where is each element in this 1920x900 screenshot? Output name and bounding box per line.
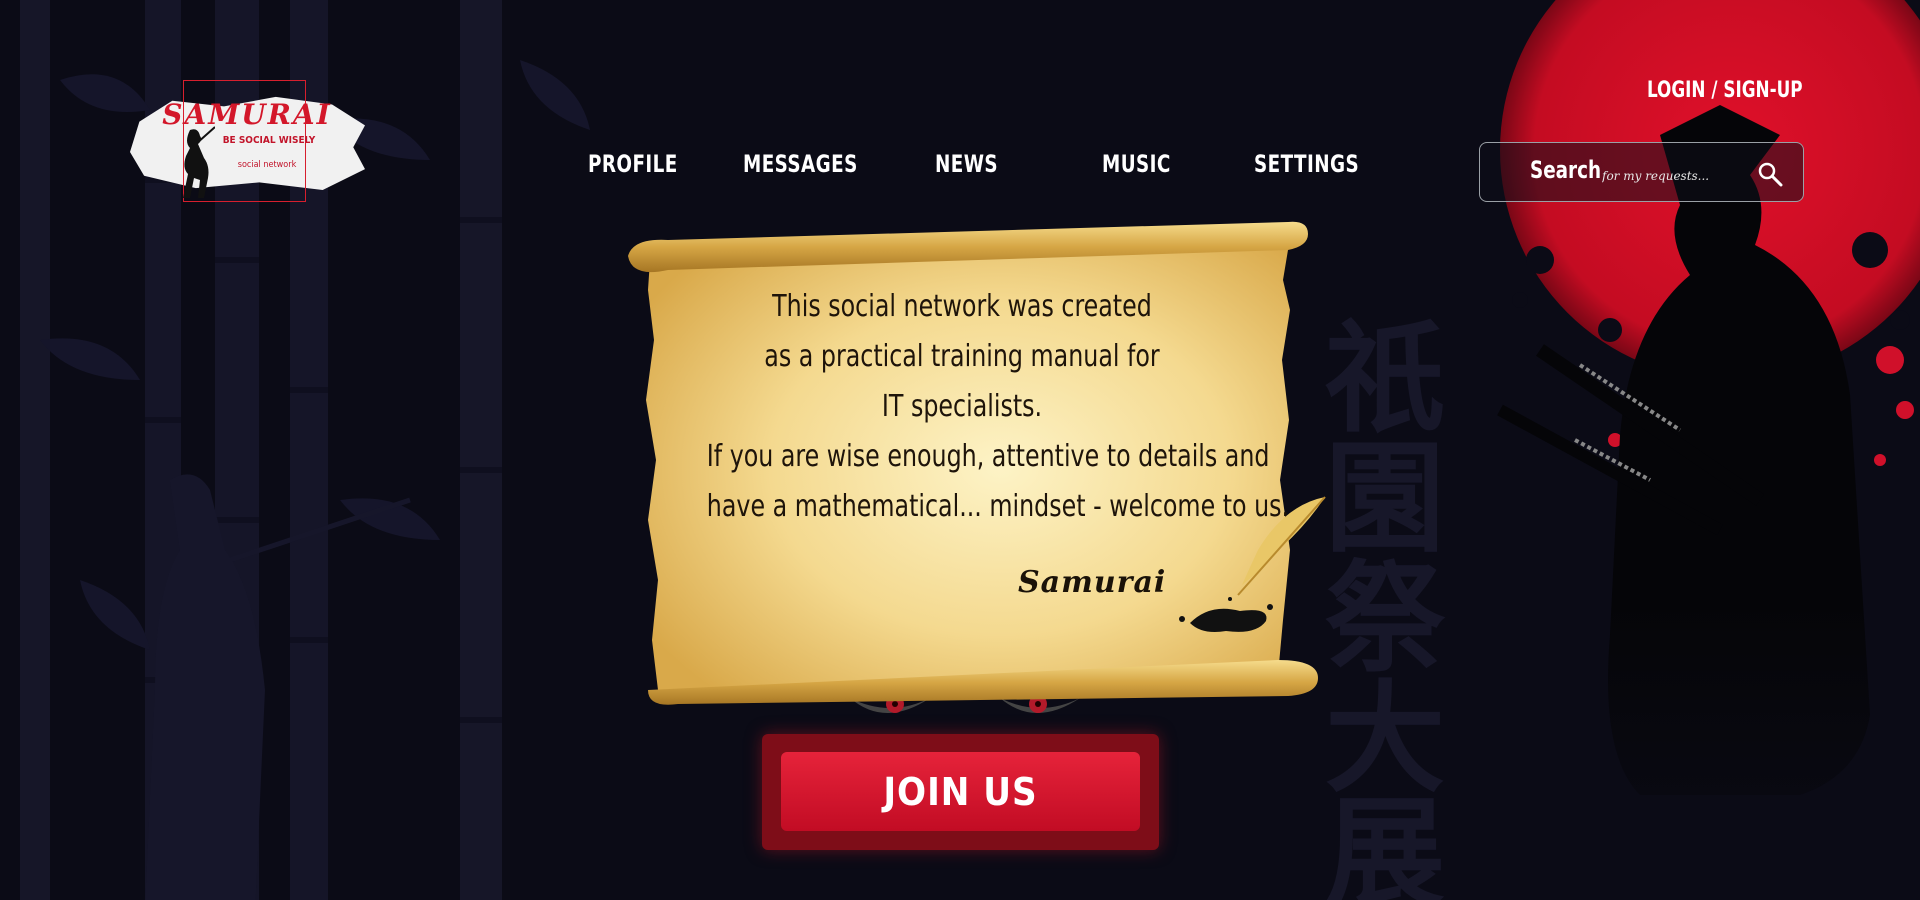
svg-text:祇: 祇 — [1325, 308, 1445, 449]
search-icon[interactable] — [1757, 161, 1783, 187]
search-input[interactable] — [1600, 165, 1754, 187]
samurai-logo-icon — [183, 126, 215, 198]
scroll-line: IT specialists. — [881, 389, 1043, 424]
svg-text:展: 展 — [1325, 783, 1445, 900]
nav-item-settings[interactable]: SETTINGS — [1254, 150, 1359, 178]
svg-text:大: 大 — [1325, 668, 1445, 809]
scroll-line: If you are wise enough, attentive to det… — [706, 439, 1270, 474]
scroll-line: This social network was created — [772, 289, 1152, 324]
svg-text:園: 園 — [1325, 428, 1445, 569]
join-us-button[interactable]: JOIN US — [781, 752, 1140, 831]
nav-item-news[interactable]: NEWS — [935, 150, 998, 178]
logo-subtitle: social network — [237, 160, 297, 170]
nav-item-music[interactable]: MUSIC — [1102, 150, 1171, 178]
logo-tagline: BE SOCIAL WISELY — [222, 135, 316, 146]
quill-icon — [1179, 496, 1326, 632]
scroll-signature: Samurai — [1018, 565, 1167, 600]
search-box: Search — [1479, 142, 1804, 202]
login-signup-link[interactable]: LOGIN / SIGN-UP — [1647, 78, 1803, 103]
scroll-line: have a mathematical... mindset - welcome… — [706, 489, 1290, 524]
svg-text:祭: 祭 — [1325, 548, 1446, 689]
nav-item-profile[interactable]: PROFILE — [588, 150, 678, 178]
scroll-message: This social network was created as a pra… — [706, 282, 1290, 532]
search-label: Search — [1530, 156, 1602, 184]
site-logo[interactable]: SAMURAI BE SOCIAL WISELY social network — [130, 80, 365, 205]
scroll-line: as a practical training manual for — [764, 339, 1160, 374]
join-button-frame: JOIN US — [762, 734, 1159, 850]
nav-item-messages[interactable]: MESSAGES — [743, 150, 858, 178]
